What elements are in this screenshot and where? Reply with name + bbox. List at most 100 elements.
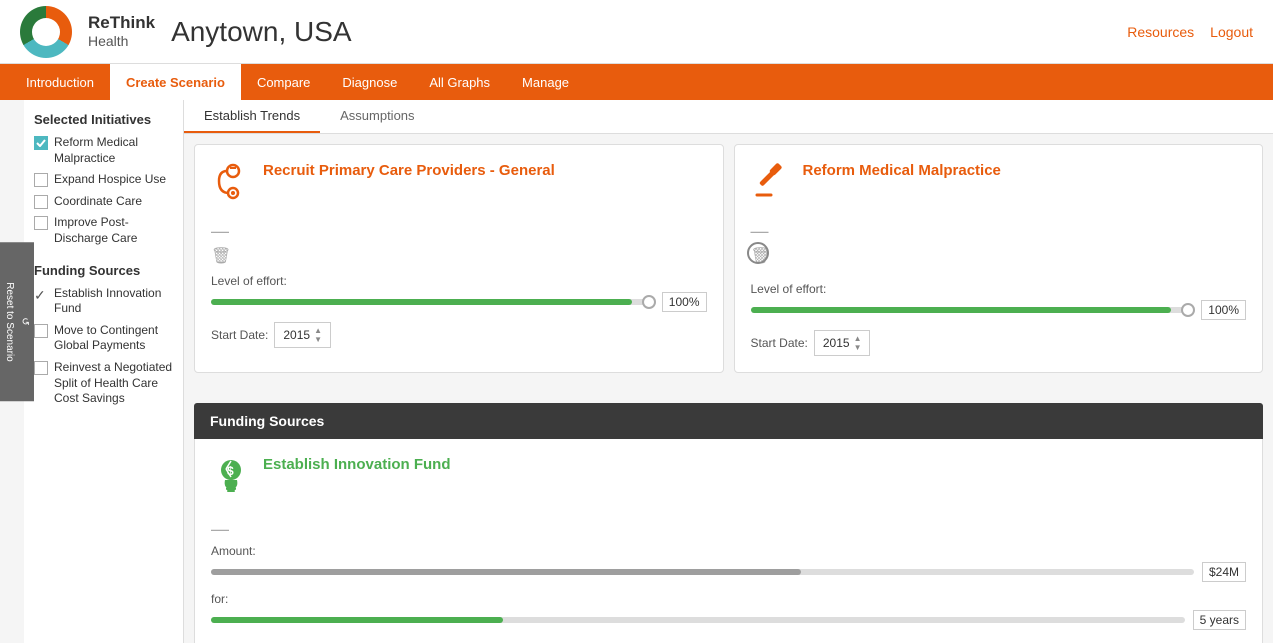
- funding-sources-title: Funding Sources: [34, 263, 173, 278]
- brand-name: ReThink Health: [88, 13, 155, 50]
- start-date-arrows-2[interactable]: ▲▼: [854, 334, 862, 352]
- for-slider-track[interactable]: [211, 617, 1185, 623]
- initiative-label-reform: Reform Medical Malpractice: [54, 135, 173, 166]
- card-reform-header: Reform Medical Malpractice: [751, 161, 1247, 209]
- card-reform-delete-area: 🗑: [751, 246, 771, 274]
- level-of-effort-label-2: Level of effort:: [751, 282, 1247, 296]
- logo-inner: [32, 18, 60, 46]
- content-tabs: Establish Trends Assumptions: [184, 100, 1273, 134]
- main-layout: Selected Initiatives Reform Medical Malp…: [0, 100, 1273, 643]
- card-reform-title-text: Reform Medical Malpractice: [803, 161, 1001, 181]
- initiative-label-discharge: Improve Post-Discharge Care: [54, 215, 173, 246]
- checkmark-icon: [36, 139, 46, 147]
- initiative-post-discharge[interactable]: Improve Post-Discharge Care: [34, 215, 173, 246]
- logout-link[interactable]: Logout: [1210, 24, 1253, 40]
- level-slider-value-2: 100%: [1201, 300, 1246, 320]
- initiative-checkbox-coordinate[interactable]: [34, 195, 48, 209]
- funding-label-reinvest: Reinvest a Negotiated Split of Health Ca…: [54, 360, 173, 407]
- funding-innovation-fund[interactable]: ✓ Establish Innovation Fund: [34, 286, 173, 317]
- app-header: ReThink Health Anytown, USA Resources Lo…: [0, 0, 1273, 64]
- funding-sources-section: Funding Sources ✓ Establish Innovation F…: [34, 263, 173, 407]
- initiative-cards-section: Recruit Primary Care Providers - General…: [184, 134, 1273, 393]
- initiative-label-hospice: Expand Hospice Use: [54, 172, 166, 188]
- level-slider-fill-2: [751, 307, 1172, 313]
- initiative-reform-malpractice[interactable]: Reform Medical Malpractice: [34, 135, 173, 166]
- start-date-label-1: Start Date:: [211, 328, 268, 342]
- level-slider-value-1: 100%: [662, 292, 707, 312]
- card-reform-delete[interactable]: 🗑: [751, 246, 771, 266]
- funding-section-header: Funding Sources: [194, 403, 1263, 439]
- funding-card-dash: —: [211, 519, 1246, 540]
- start-date-value-2: 2015: [823, 336, 850, 350]
- start-date-arrows-1[interactable]: ▲▼: [314, 326, 322, 344]
- gavel-icon: [751, 161, 791, 209]
- funding-card-title-text: Establish Innovation Fund: [263, 455, 451, 475]
- level-slider-track-1[interactable]: [211, 299, 654, 305]
- for-slider-row: 5 years: [211, 610, 1246, 630]
- level-slider-thumb-1[interactable]: [642, 295, 656, 309]
- funding-contingent-global[interactable]: Move to Contingent Global Payments: [34, 323, 173, 354]
- tab-establish-trends[interactable]: Establish Trends: [184, 100, 320, 133]
- card-recruit-delete[interactable]: 🗑: [211, 246, 707, 266]
- start-date-value-1: 2015: [283, 328, 310, 342]
- resources-link[interactable]: Resources: [1127, 24, 1194, 40]
- nav-item-create-scenario[interactable]: Create Scenario: [110, 64, 241, 100]
- level-of-effort-label-1: Level of effort:: [211, 274, 707, 288]
- initiative-checkbox-discharge[interactable]: [34, 216, 48, 230]
- nav-item-introduction[interactable]: Introduction: [10, 64, 110, 100]
- header-right: Resources Logout: [1127, 24, 1253, 40]
- initiative-checkbox-hospice[interactable]: [34, 173, 48, 187]
- app-title: Anytown, USA: [171, 16, 352, 48]
- card-reform-title-container: Reform Medical Malpractice: [803, 161, 1001, 181]
- amount-label: Amount:: [211, 544, 1246, 558]
- funding-checkbox-global[interactable]: [34, 324, 48, 338]
- brand-health: Health: [88, 33, 155, 50]
- funding-label-innovation: Establish Innovation Fund: [54, 286, 173, 317]
- tab-assumptions[interactable]: Assumptions: [320, 100, 434, 133]
- card-recruit-header: Recruit Primary Care Providers - General: [211, 161, 707, 209]
- logo-circle: [20, 6, 72, 58]
- for-slider-value: 5 years: [1193, 610, 1246, 630]
- nav-item-manage[interactable]: Manage: [506, 64, 585, 100]
- main-nav: Introduction Create Scenario Compare Dia…: [0, 64, 1273, 100]
- start-date-label-2: Start Date:: [751, 336, 808, 350]
- initiative-checkbox-reform[interactable]: [34, 136, 48, 150]
- funding-card-title-container: Establish Innovation Fund: [263, 455, 451, 475]
- funding-checkbox-reinvest[interactable]: [34, 361, 48, 375]
- reset-label: Reset to Scenario: [4, 282, 15, 362]
- stethoscope-icon: [211, 161, 251, 209]
- card-recruit-dash: —: [211, 221, 707, 242]
- funding-innovation-card: $ Establish Innovation Fund — Amount: $2…: [194, 439, 1263, 643]
- initiative-label-coordinate: Coordinate Care: [54, 194, 142, 210]
- initiative-coordinate-care[interactable]: Coordinate Care: [34, 194, 173, 210]
- selected-initiatives-section: Selected Initiatives Reform Medical Malp…: [34, 112, 173, 247]
- funding-checkmark-innovation: ✓: [34, 287, 48, 304]
- card-reform-dash: —: [751, 221, 1247, 242]
- initiative-cards-row: Recruit Primary Care Providers - General…: [194, 144, 1263, 373]
- brand-rethink: ReThink: [88, 13, 155, 33]
- level-slider-thumb-2[interactable]: [1181, 303, 1195, 317]
- amount-slider-track[interactable]: [211, 569, 1194, 575]
- card-recruit-primary: Recruit Primary Care Providers - General…: [194, 144, 724, 373]
- funding-reinvest[interactable]: Reinvest a Negotiated Split of Health Ca…: [34, 360, 173, 407]
- level-slider-fill-1: [211, 299, 632, 305]
- level-slider-track-2[interactable]: [751, 307, 1194, 313]
- level-slider-row-1: 100%: [211, 292, 707, 312]
- reset-icon: ↺: [19, 317, 30, 325]
- selected-initiatives-title: Selected Initiatives: [34, 112, 173, 127]
- sidebar: Selected Initiatives Reform Medical Malp…: [24, 100, 184, 643]
- nav-item-compare[interactable]: Compare: [241, 64, 326, 100]
- card-recruit-title-text: Recruit Primary Care Providers - General: [263, 161, 555, 181]
- start-date-row-2: Start Date: 2015 ▲▼: [751, 330, 1247, 356]
- level-slider-row-2: 100%: [751, 300, 1247, 320]
- amount-slider-row: $24M: [211, 562, 1246, 582]
- lightbulb-icon: $: [211, 455, 251, 507]
- amount-slider-fill: [211, 569, 801, 575]
- start-date-row-1: Start Date: 2015 ▲▼: [211, 322, 707, 348]
- card-reform-malpractice: Reform Medical Malpractice — 🗑 Level of …: [734, 144, 1264, 373]
- nav-item-all-graphs[interactable]: All Graphs: [413, 64, 506, 100]
- funding-card-header: $ Establish Innovation Fund: [211, 455, 1246, 507]
- reset-to-scenario-button[interactable]: ↺ Reset to Scenario: [0, 242, 34, 402]
- initiative-expand-hospice[interactable]: Expand Hospice Use: [34, 172, 173, 188]
- nav-item-diagnose[interactable]: Diagnose: [326, 64, 413, 100]
